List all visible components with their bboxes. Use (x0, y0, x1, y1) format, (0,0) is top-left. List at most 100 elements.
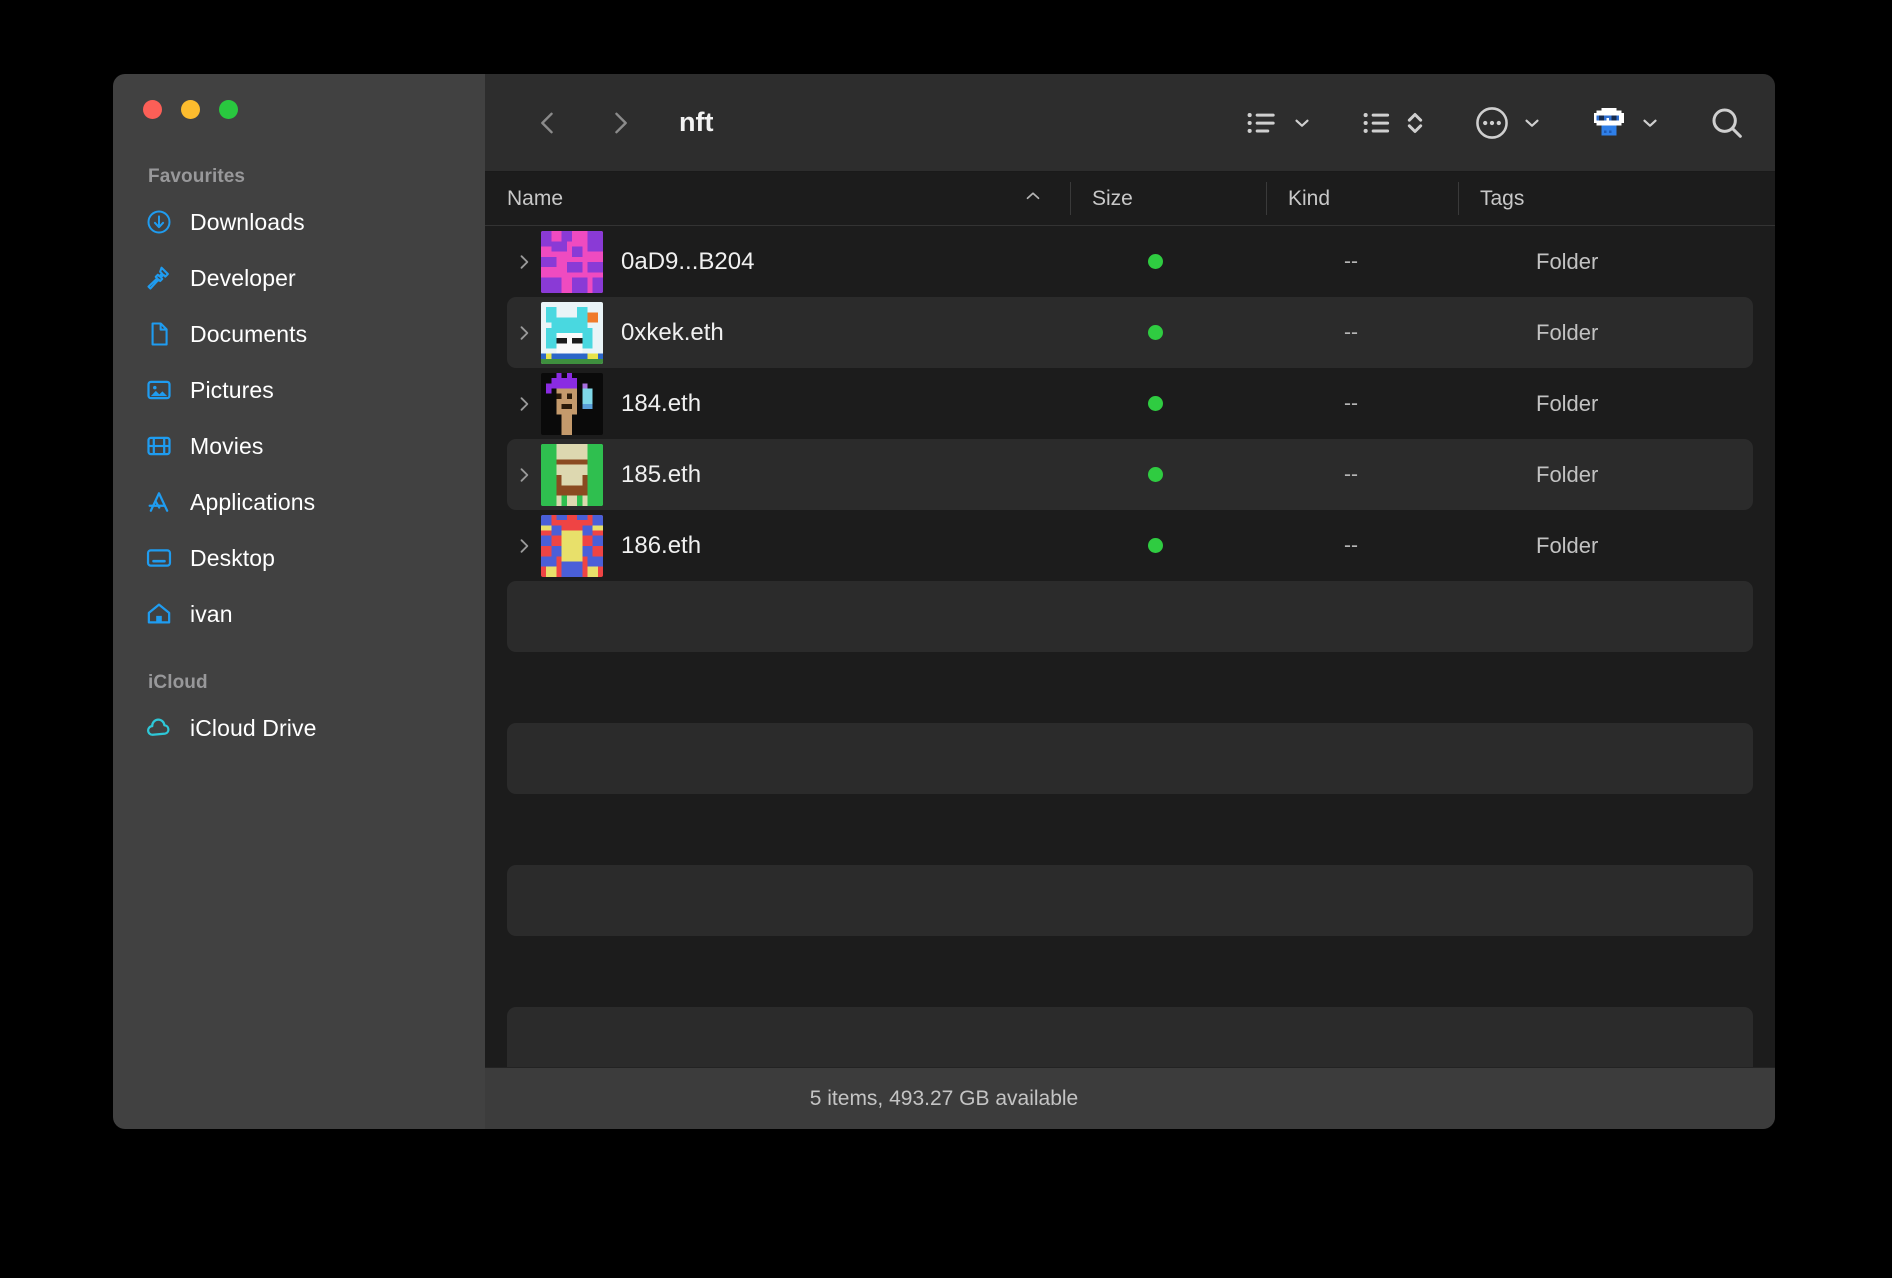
desktop-monitor-icon (145, 544, 173, 572)
photo-icon (145, 376, 173, 404)
file-tag-cell (1126, 396, 1322, 411)
file-name: 0xkek.eth (621, 318, 724, 346)
sidebar-section-icloud: iCloud iCloud Drive (113, 672, 485, 756)
chevron-right-icon[interactable] (507, 536, 541, 556)
zoom-button[interactable] (219, 100, 238, 119)
sidebar-section-title: Favourites (148, 166, 246, 187)
sidebar: Favourites Downloads Developer Documents… (113, 74, 485, 1129)
file-thumbnail (541, 301, 603, 364)
minimize-button[interactable] (181, 100, 200, 119)
column-headers: Name Size Kind Tags (485, 172, 1775, 226)
file-thumbnail (541, 443, 603, 506)
pixel-cloud-avatar-icon (1589, 100, 1629, 146)
file-size: -- (1344, 320, 1358, 344)
chevron-right-icon[interactable] (507, 323, 541, 343)
app-store-a-icon (145, 488, 173, 516)
chevron-right-icon[interactable] (507, 465, 541, 485)
sidebar-item-label: Movies (190, 432, 264, 459)
file-kind: Folder (1536, 248, 1599, 274)
sidebar-section-favourites: Favourites Downloads Developer Documents… (113, 166, 485, 642)
group-sort-button[interactable] (1359, 100, 1427, 146)
tag-dot-green (1148, 254, 1163, 269)
tag-dot-green (1148, 325, 1163, 340)
sidebar-scroll: Favourites Downloads Developer Documents… (113, 74, 485, 756)
file-thumbnail (541, 514, 603, 577)
sidebar-section-title: iCloud (148, 672, 208, 693)
table-row[interactable]: 0aD9...B204 -- Folder (485, 226, 1775, 297)
column-label: Name (507, 186, 564, 210)
more-actions-button[interactable] (1473, 100, 1543, 146)
share-avatar-button[interactable] (1589, 100, 1661, 146)
file-tag-cell (1126, 254, 1322, 269)
close-button[interactable] (143, 100, 162, 119)
empty-row (485, 936, 1775, 1007)
file-list[interactable]: 0aD9...B204 -- Folder 0xkek.eth -- Folde… (485, 226, 1775, 1067)
downloads-circle-arrow-icon (145, 208, 173, 236)
forward-button[interactable] (597, 100, 643, 146)
sidebar-item-label: ivan (190, 600, 233, 627)
sidebar-item-pictures[interactable]: Pictures (113, 362, 485, 418)
tag-dot-green (1148, 538, 1163, 553)
sidebar-item-ivan[interactable]: ivan (113, 586, 485, 642)
chevron-down-icon (1291, 100, 1313, 146)
toolbar: nft (485, 74, 1775, 172)
main-pane: nft Name Size Kind Tags 0aD9...B204 -- F… (485, 74, 1775, 1129)
column-label: Size (1092, 186, 1133, 210)
hammer-icon (145, 264, 173, 292)
table-row[interactable]: 0xkek.eth -- Folder (507, 297, 1753, 368)
file-tag-cell (1126, 325, 1322, 340)
document-page-icon (145, 320, 173, 348)
column-header-name[interactable]: Name (485, 172, 1070, 225)
status-text: 5 items, 493.27 GB available (809, 1086, 1079, 1110)
file-kind: Folder (1536, 532, 1599, 558)
file-thumbnail (541, 372, 603, 435)
view-options-button[interactable] (1243, 100, 1313, 146)
file-thumbnail (541, 230, 603, 293)
film-strip-icon (145, 432, 173, 460)
finder-window: Favourites Downloads Developer Documents… (113, 74, 1775, 1129)
back-button[interactable] (525, 100, 571, 146)
file-size: -- (1344, 391, 1358, 415)
chevron-up-down-icon (1403, 100, 1427, 146)
chevron-right-icon[interactable] (507, 252, 541, 272)
column-label: Kind (1288, 186, 1331, 210)
file-kind: Folder (1536, 319, 1599, 345)
status-bar: 5 items, 493.27 GB available (485, 1067, 1775, 1129)
chevron-down-icon (1521, 100, 1543, 146)
file-name: 185.eth (621, 460, 702, 488)
sidebar-item-label: Desktop (190, 544, 276, 571)
table-row[interactable]: 184.eth -- Folder (485, 368, 1775, 439)
chevron-right-icon[interactable] (507, 394, 541, 414)
sidebar-item-developer[interactable]: Developer (113, 250, 485, 306)
sidebar-item-label: Documents (190, 320, 308, 347)
sidebar-item-applications[interactable]: Applications (113, 474, 485, 530)
file-size: -- (1344, 462, 1358, 486)
sidebar-item-downloads[interactable]: Downloads (113, 194, 485, 250)
search-button[interactable] (1707, 100, 1747, 146)
search-magnifier-icon (1707, 100, 1747, 146)
sidebar-item-label: Applications (190, 488, 316, 515)
sidebar-item-icloud-drive[interactable]: iCloud Drive (113, 700, 485, 756)
file-name: 186.eth (621, 531, 702, 559)
table-row[interactable]: 186.eth -- Folder (485, 510, 1775, 581)
column-header-tags[interactable]: Tags (1458, 172, 1775, 225)
column-header-size[interactable]: Size (1070, 172, 1266, 225)
sidebar-item-documents[interactable]: Documents (113, 306, 485, 362)
sidebar-item-desktop[interactable]: Desktop (113, 530, 485, 586)
empty-row (485, 794, 1775, 865)
file-size: -- (1344, 249, 1358, 273)
file-name-cell: 185.eth (541, 443, 1126, 506)
cloud-icon (145, 714, 173, 742)
sort-ascending-icon (1022, 185, 1044, 212)
file-tag-cell (1126, 538, 1322, 553)
traffic-lights (143, 100, 238, 119)
table-row[interactable]: 185.eth -- Folder (507, 439, 1753, 510)
column-header-kind[interactable]: Kind (1266, 172, 1458, 225)
file-size: -- (1344, 533, 1358, 557)
sidebar-item-movies[interactable]: Movies (113, 418, 485, 474)
tag-dot-green (1148, 396, 1163, 411)
list-sort-icon (1359, 100, 1397, 146)
empty-row (485, 652, 1775, 723)
page-title: nft (679, 107, 714, 137)
empty-rows-filler (485, 581, 1775, 1067)
